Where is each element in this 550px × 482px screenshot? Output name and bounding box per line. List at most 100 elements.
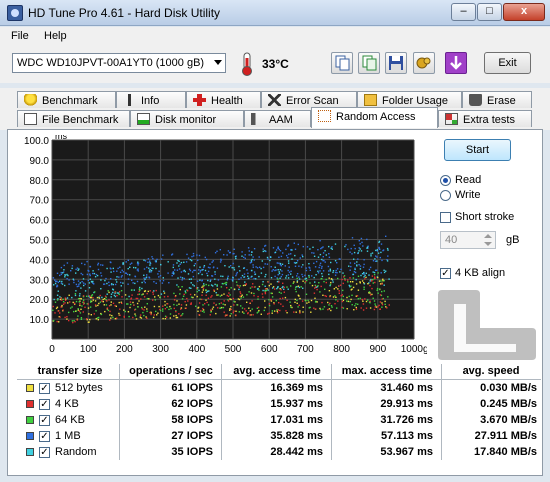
scatter-point-1-mb	[357, 258, 359, 260]
scatter-point-1-mb	[205, 258, 208, 261]
scatter-point-512-bytes	[110, 304, 112, 306]
scatter-point-4-kb	[283, 291, 285, 293]
scatter-point-1-mb	[304, 274, 306, 277]
scatter-point-4-kb	[224, 315, 227, 317]
scatter-point-4-kb	[134, 309, 136, 311]
scatter-point-4-kb	[315, 308, 317, 310]
tab-random-access[interactable]: Random Access	[311, 107, 438, 128]
short-stroke-checkbox[interactable]: Short stroke	[440, 211, 514, 223]
maximize-button[interactable]: □	[477, 3, 502, 21]
scatter-point-4-kb	[133, 304, 135, 306]
scatter-point-1-mb	[262, 266, 265, 269]
row-transfer-size: 4 KB	[55, 398, 79, 410]
series-checkbox[interactable]: ✓	[39, 431, 50, 442]
align-checkbox[interactable]: ✓ 4 KB align	[440, 267, 505, 279]
scatter-point-64-kb	[82, 299, 85, 301]
scatter-point-random	[139, 286, 141, 289]
tab-info[interactable]: Info	[116, 91, 186, 108]
scatter-point-1-mb	[75, 283, 78, 286]
copy-info-icon[interactable]	[358, 52, 380, 74]
scatter-point-4-kb	[165, 316, 168, 318]
scatter-point-64-kb	[322, 308, 324, 310]
scatter-point-random	[56, 294, 59, 296]
scatter-point-1-mb	[323, 259, 325, 262]
copy-icon[interactable]	[331, 52, 353, 74]
download-icon[interactable]	[445, 52, 467, 74]
menu-file[interactable]: File	[11, 30, 29, 42]
scatter-point-1-mb	[320, 267, 323, 269]
table-header: transfer size operations / sec avg. acce…	[17, 364, 543, 379]
options-icon[interactable]	[413, 52, 435, 74]
table-row: ✓ 4 KB 62 IOPS 15.937 ms 29.913 ms 0.245 MB/s	[17, 397, 543, 412]
start-button[interactable]: Start	[444, 139, 511, 161]
scatter-point-4-kb	[230, 308, 232, 311]
tab-extra-tests[interactable]: Extra tests	[438, 110, 532, 127]
scatter-point-4-kb	[253, 286, 256, 288]
spinner-arrows-icon[interactable]	[481, 232, 495, 248]
scatter-point-64-kb	[309, 282, 311, 284]
scatter-point-1-mb	[114, 283, 117, 286]
save-icon[interactable]	[385, 52, 407, 74]
scatter-point-4-kb	[299, 312, 301, 314]
drive-select[interactable]: WDC WD10JPVT-00A1YT0 (1000 gB)	[12, 53, 226, 73]
tab-error-scan[interactable]: Error Scan	[261, 91, 357, 108]
scatter-point-random	[317, 256, 320, 258]
header-operations: operations / sec	[129, 365, 213, 377]
scatter-point-random	[283, 288, 285, 290]
tab-erase[interactable]: Erase	[462, 91, 532, 108]
scatter-point-512-bytes	[330, 281, 332, 284]
read-radio[interactable]: Read	[440, 174, 481, 186]
scatter-point-1-mb	[162, 254, 164, 256]
scatter-point-512-bytes	[381, 302, 383, 304]
tab-aam[interactable]: AAM	[244, 110, 311, 127]
scatter-point-512-bytes	[196, 295, 198, 298]
scatter-point-64-kb	[173, 292, 175, 295]
scatter-point-64-kb	[68, 311, 70, 314]
scatter-point-64-kb	[220, 307, 222, 309]
close-button[interactable]: x	[503, 3, 545, 21]
scatter-point-random	[64, 274, 66, 276]
scatter-point-64-kb	[240, 297, 242, 299]
scatter-point-64-kb	[294, 288, 297, 290]
write-radio[interactable]: Write	[440, 189, 480, 201]
scatter-point-random	[143, 274, 145, 276]
scatter-point-1-mb	[89, 273, 91, 275]
tab-benchmark[interactable]: Benchmark	[17, 91, 116, 108]
scatter-point-4-kb	[139, 314, 142, 316]
tab-folder-usage[interactable]: Folder Usage	[357, 91, 462, 108]
scatter-point-random	[141, 281, 143, 284]
tab-health[interactable]: Health	[186, 91, 261, 108]
minimize-button[interactable]: –	[451, 3, 476, 21]
scatter-point-1-mb	[158, 270, 160, 272]
tab-disk-monitor[interactable]: Disk monitor	[130, 110, 244, 127]
scatter-point-1-mb	[253, 248, 256, 250]
scatter-point-4-kb	[232, 312, 234, 314]
tab-file-benchmark[interactable]: File Benchmark	[17, 110, 130, 127]
scatter-point-1-mb	[97, 268, 100, 271]
scatter-point-4-kb	[82, 295, 85, 297]
scatter-point-1-mb	[298, 265, 300, 267]
scatter-point-64-kb	[203, 284, 205, 287]
scatter-point-512-bytes	[169, 305, 171, 308]
series-checkbox[interactable]: ✓	[39, 399, 50, 410]
scatter-point-512-bytes	[355, 295, 357, 297]
scatter-point-random	[243, 267, 245, 269]
series-checkbox[interactable]: ✓	[39, 383, 50, 394]
scatter-point-4-kb	[371, 280, 373, 282]
scatter-point-random	[190, 278, 192, 280]
scatter-point-1-mb	[132, 282, 134, 284]
scatter-point-512-bytes	[205, 299, 207, 301]
scatter-point-random	[363, 271, 365, 274]
menu-help[interactable]: Help	[44, 30, 67, 42]
scatter-point-4-kb	[369, 284, 371, 287]
scatter-point-1-mb	[309, 267, 311, 269]
scatter-point-1-mb	[250, 261, 253, 263]
exit-button[interactable]: Exit	[484, 52, 531, 74]
scatter-point-64-kb	[240, 305, 242, 307]
scatter-point-1-mb	[288, 253, 290, 255]
series-checkbox[interactable]: ✓	[39, 447, 50, 458]
read-label: Read	[455, 174, 482, 186]
y-tick-label: 70.0	[30, 196, 50, 207]
series-checkbox[interactable]: ✓	[39, 415, 50, 426]
scatter-point-random	[193, 264, 195, 267]
